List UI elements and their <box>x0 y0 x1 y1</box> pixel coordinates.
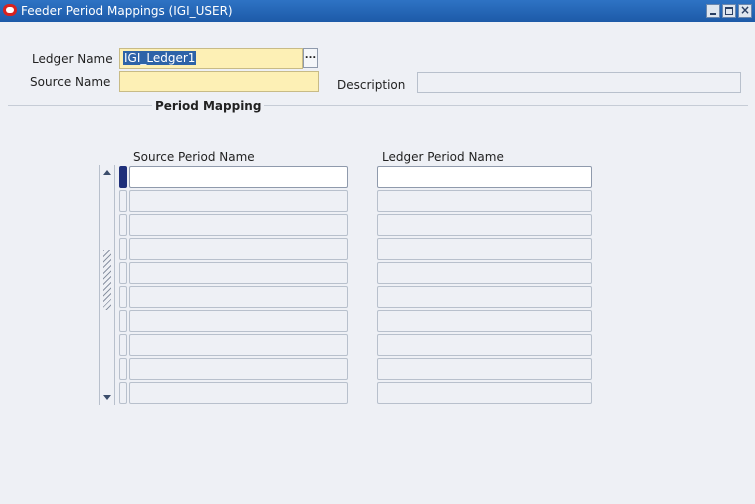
source-period-name-cell[interactable] <box>129 214 348 236</box>
row-indicator[interactable] <box>119 262 127 284</box>
source-period-name-cell[interactable] <box>129 262 348 284</box>
minimize-icon[interactable] <box>706 4 720 18</box>
section-divider <box>8 105 748 106</box>
ledger-period-name-cell[interactable] <box>377 166 592 188</box>
ledger-period-name-cell[interactable] <box>377 262 592 284</box>
scroll-down-icon[interactable] <box>103 395 111 400</box>
row-indicator[interactable] <box>119 190 127 212</box>
scroll-up-icon[interactable] <box>103 170 111 175</box>
maximize-icon[interactable] <box>722 4 736 18</box>
source-period-name-cell[interactable] <box>129 286 348 308</box>
source-period-name-cell[interactable] <box>129 166 348 188</box>
ledger-name-label: Ledger Name <box>32 52 113 66</box>
description-label: Description <box>337 78 406 92</box>
row-indicator[interactable] <box>119 334 127 356</box>
ledger-period-name-cell[interactable] <box>377 358 592 380</box>
source-name-field[interactable] <box>119 71 319 92</box>
description-field[interactable] <box>417 72 741 93</box>
title-bar[interactable]: Feeder Period Mappings (IGI_USER) × <box>0 0 755 22</box>
source-period-name-cell[interactable] <box>129 238 348 260</box>
ledger-period-name-cell[interactable] <box>377 214 592 236</box>
row-indicator[interactable] <box>119 382 127 404</box>
row-indicator[interactable] <box>119 166 127 188</box>
ledger-name-field[interactable]: IGI_Ledger1 <box>119 48 303 69</box>
source-period-name-cell[interactable] <box>129 190 348 212</box>
row-indicator[interactable] <box>119 358 127 380</box>
close-icon[interactable]: × <box>738 3 752 18</box>
ledger-name-value: IGI_Ledger1 <box>123 51 197 65</box>
ledger-period-name-cell[interactable] <box>377 286 592 308</box>
source-period-name-header: Source Period Name <box>133 150 255 164</box>
oracle-logo-icon <box>3 4 17 16</box>
row-indicator[interactable] <box>119 310 127 332</box>
vertical-scrollbar[interactable] <box>99 165 115 405</box>
ledger-lov-button[interactable]: ... <box>303 48 318 68</box>
window-title: Feeder Period Mappings (IGI_USER) <box>21 4 233 18</box>
row-indicator[interactable] <box>119 214 127 236</box>
ledger-period-name-cell[interactable] <box>377 238 592 260</box>
ledger-period-name-cell[interactable] <box>377 190 592 212</box>
source-period-name-cell[interactable] <box>129 358 348 380</box>
source-name-label: Source Name <box>30 75 111 89</box>
ledger-period-name-cell[interactable] <box>377 334 592 356</box>
source-period-name-cell[interactable] <box>129 334 348 356</box>
source-period-name-cell[interactable] <box>129 382 348 404</box>
period-mapping-title: Period Mapping <box>152 99 265 113</box>
scroll-thumb-grip-icon[interactable] <box>103 250 111 310</box>
ledger-period-name-cell[interactable] <box>377 382 592 404</box>
ledger-period-name-header: Ledger Period Name <box>382 150 504 164</box>
source-period-name-cell[interactable] <box>129 310 348 332</box>
feeder-period-mappings-window: Feeder Period Mappings (IGI_USER) × Ledg… <box>0 0 755 504</box>
row-indicator[interactable] <box>119 238 127 260</box>
ledger-period-name-cell[interactable] <box>377 310 592 332</box>
row-indicator[interactable] <box>119 286 127 308</box>
